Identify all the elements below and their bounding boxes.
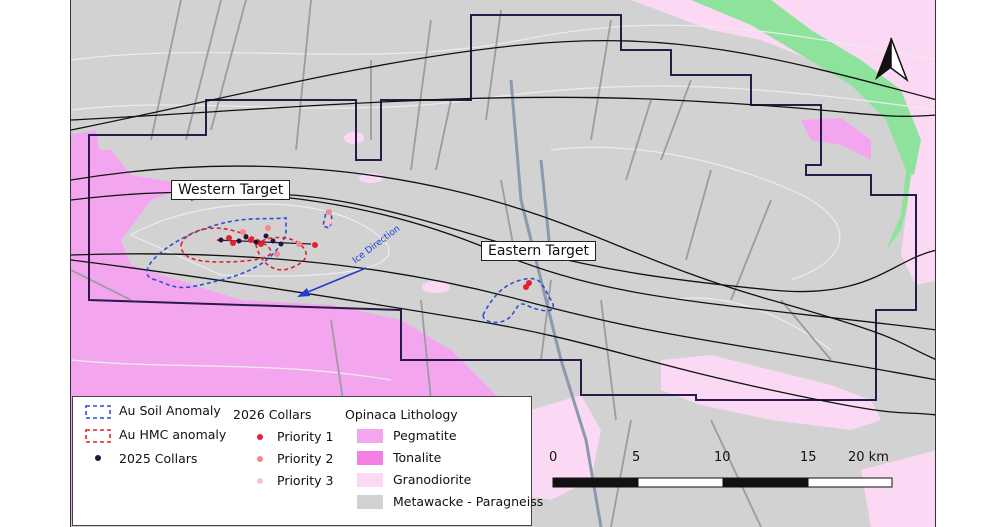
legend-au-hmc: Au HMC anomaly	[119, 427, 227, 442]
scale-tick-5: 5	[632, 450, 641, 465]
priority-1-collar	[226, 235, 232, 241]
scale-tick-15: 15	[800, 450, 817, 465]
priority-2-collar	[240, 229, 246, 235]
priority-1-collar	[248, 237, 254, 243]
priority-1-swatch	[257, 434, 263, 440]
priority-2-swatch	[257, 456, 263, 462]
western-target-label: Western Target	[171, 180, 291, 200]
priority-1-collar	[523, 284, 529, 290]
legend-lithology-title: Opinaca Lithology	[345, 407, 458, 422]
priority-1-collar	[258, 241, 264, 247]
legend-pegmatite: Pegmatite	[393, 428, 457, 443]
scale-tick-0: 0	[549, 450, 558, 465]
legend: Au Soil Anomaly Au HMC anomaly 2025 Coll…	[72, 396, 543, 526]
tonalite-swatch	[357, 451, 383, 465]
priority-1-collar	[230, 240, 236, 246]
legend-priority-1: Priority 1	[277, 429, 334, 444]
legend-granodiorite: Granodiorite	[393, 472, 472, 487]
collars-2025-swatch	[95, 455, 101, 461]
scale-bar: 0 5 10 15 20 km	[549, 450, 894, 490]
legend-priority-2: Priority 2	[277, 451, 334, 466]
priority-2-collar	[274, 251, 280, 257]
priority-3-collar	[274, 222, 280, 228]
au-hmc-swatch	[85, 429, 111, 443]
priority-2-collar	[296, 241, 302, 247]
pegmatite-swatch	[357, 429, 383, 443]
legend-collars-2026-title: 2026 Collars	[233, 407, 312, 422]
legend-tonalite: Tonalite	[393, 450, 442, 465]
eastern-target-label: Eastern Target	[481, 241, 596, 261]
priority-2-collar	[265, 225, 271, 231]
priority-3-collar	[211, 237, 217, 243]
legend-metawacke: Metawacke - Paragneiss	[393, 494, 544, 509]
scale-tick-20km: 20 km	[848, 450, 889, 465]
priority-3-swatch	[257, 478, 263, 484]
priority-3-collar	[326, 219, 332, 225]
legend-priority-3: Priority 3	[277, 473, 334, 488]
scale-tick-10: 10	[714, 450, 731, 465]
au-soil-swatch	[85, 405, 111, 419]
legend-au-soil: Au Soil Anomaly	[119, 403, 221, 418]
granodiorite-swatch	[357, 473, 383, 487]
metawacke-swatch	[357, 495, 383, 509]
priority-1-collar	[312, 242, 318, 248]
scale-bar-segments	[552, 477, 893, 488]
legend-collars-2025: 2025 Collars	[119, 451, 198, 466]
priority-2-collar	[326, 209, 332, 215]
granodiorite-blob-1	[344, 132, 364, 144]
